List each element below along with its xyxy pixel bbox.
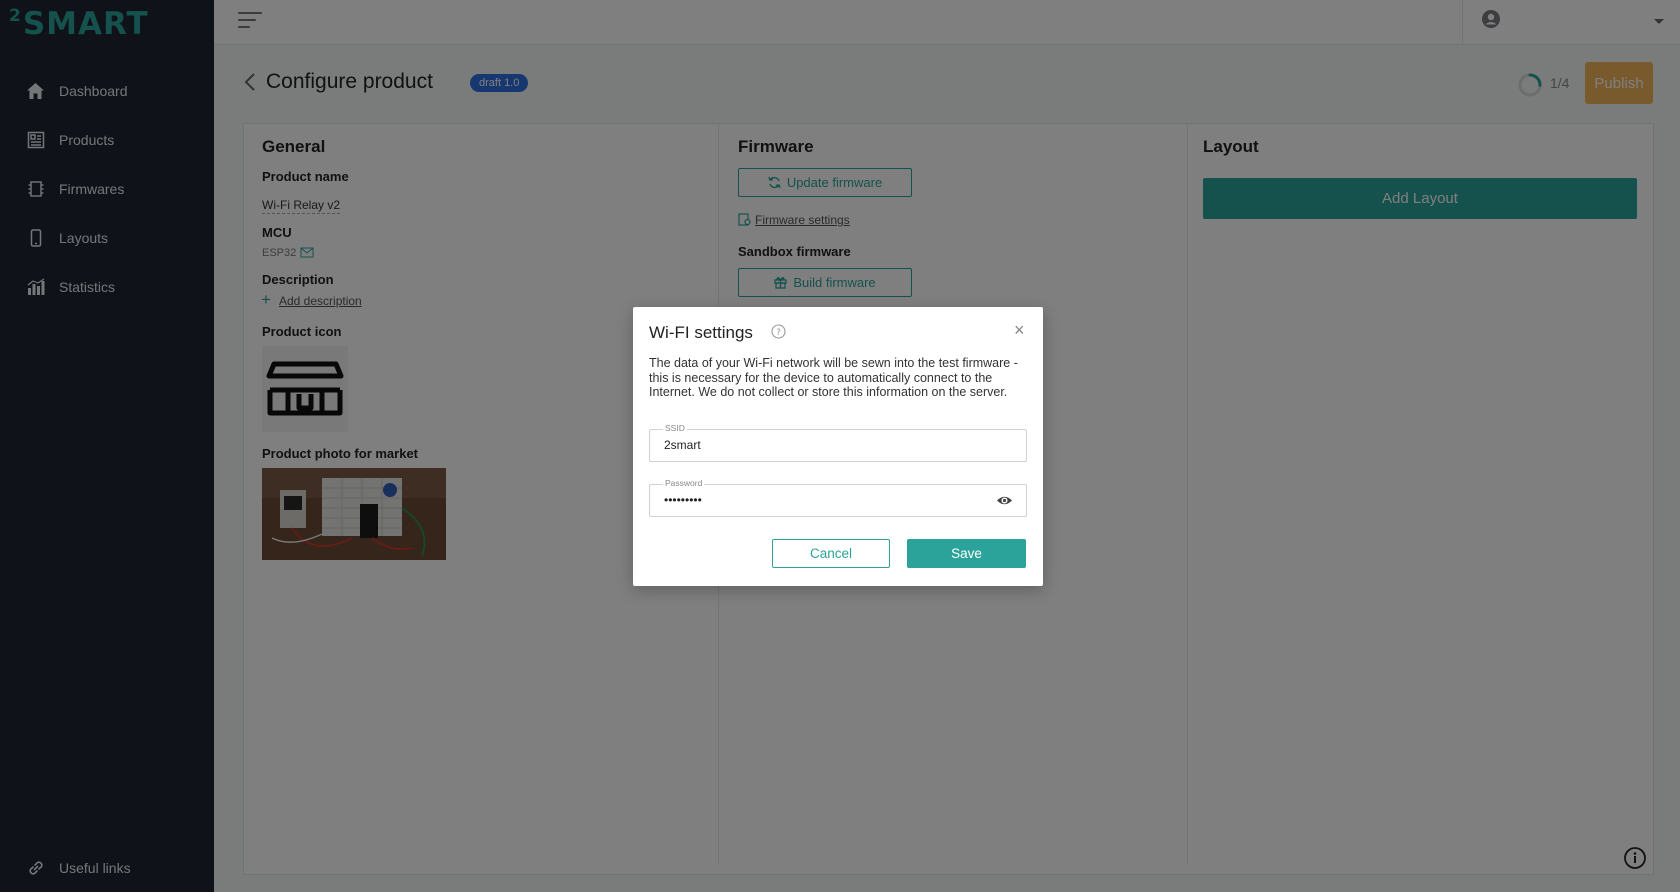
password-input[interactable] — [664, 493, 984, 507]
password-field[interactable]: Password — [649, 478, 1027, 517]
ssid-input[interactable] — [664, 438, 984, 452]
cancel-button[interactable]: Cancel — [772, 539, 890, 568]
svg-text:?: ? — [776, 328, 781, 338]
password-label: Password — [663, 478, 705, 488]
info-icon[interactable] — [1623, 846, 1647, 870]
help-icon[interactable]: ? — [771, 324, 786, 339]
wifi-settings-dialog: Wi-FI settings ? × The data of your Wi-F… — [633, 307, 1043, 586]
eye-icon[interactable] — [996, 493, 1013, 508]
dialog-title: Wi-FI settings — [649, 323, 753, 342]
dialog-description: The data of your Wi-Fi network will be s… — [649, 356, 1018, 399]
close-icon[interactable]: × — [1014, 321, 1025, 339]
ssid-label: SSID — [663, 423, 687, 433]
save-button[interactable]: Save — [907, 539, 1026, 568]
ssid-field[interactable]: SSID — [649, 423, 1027, 462]
